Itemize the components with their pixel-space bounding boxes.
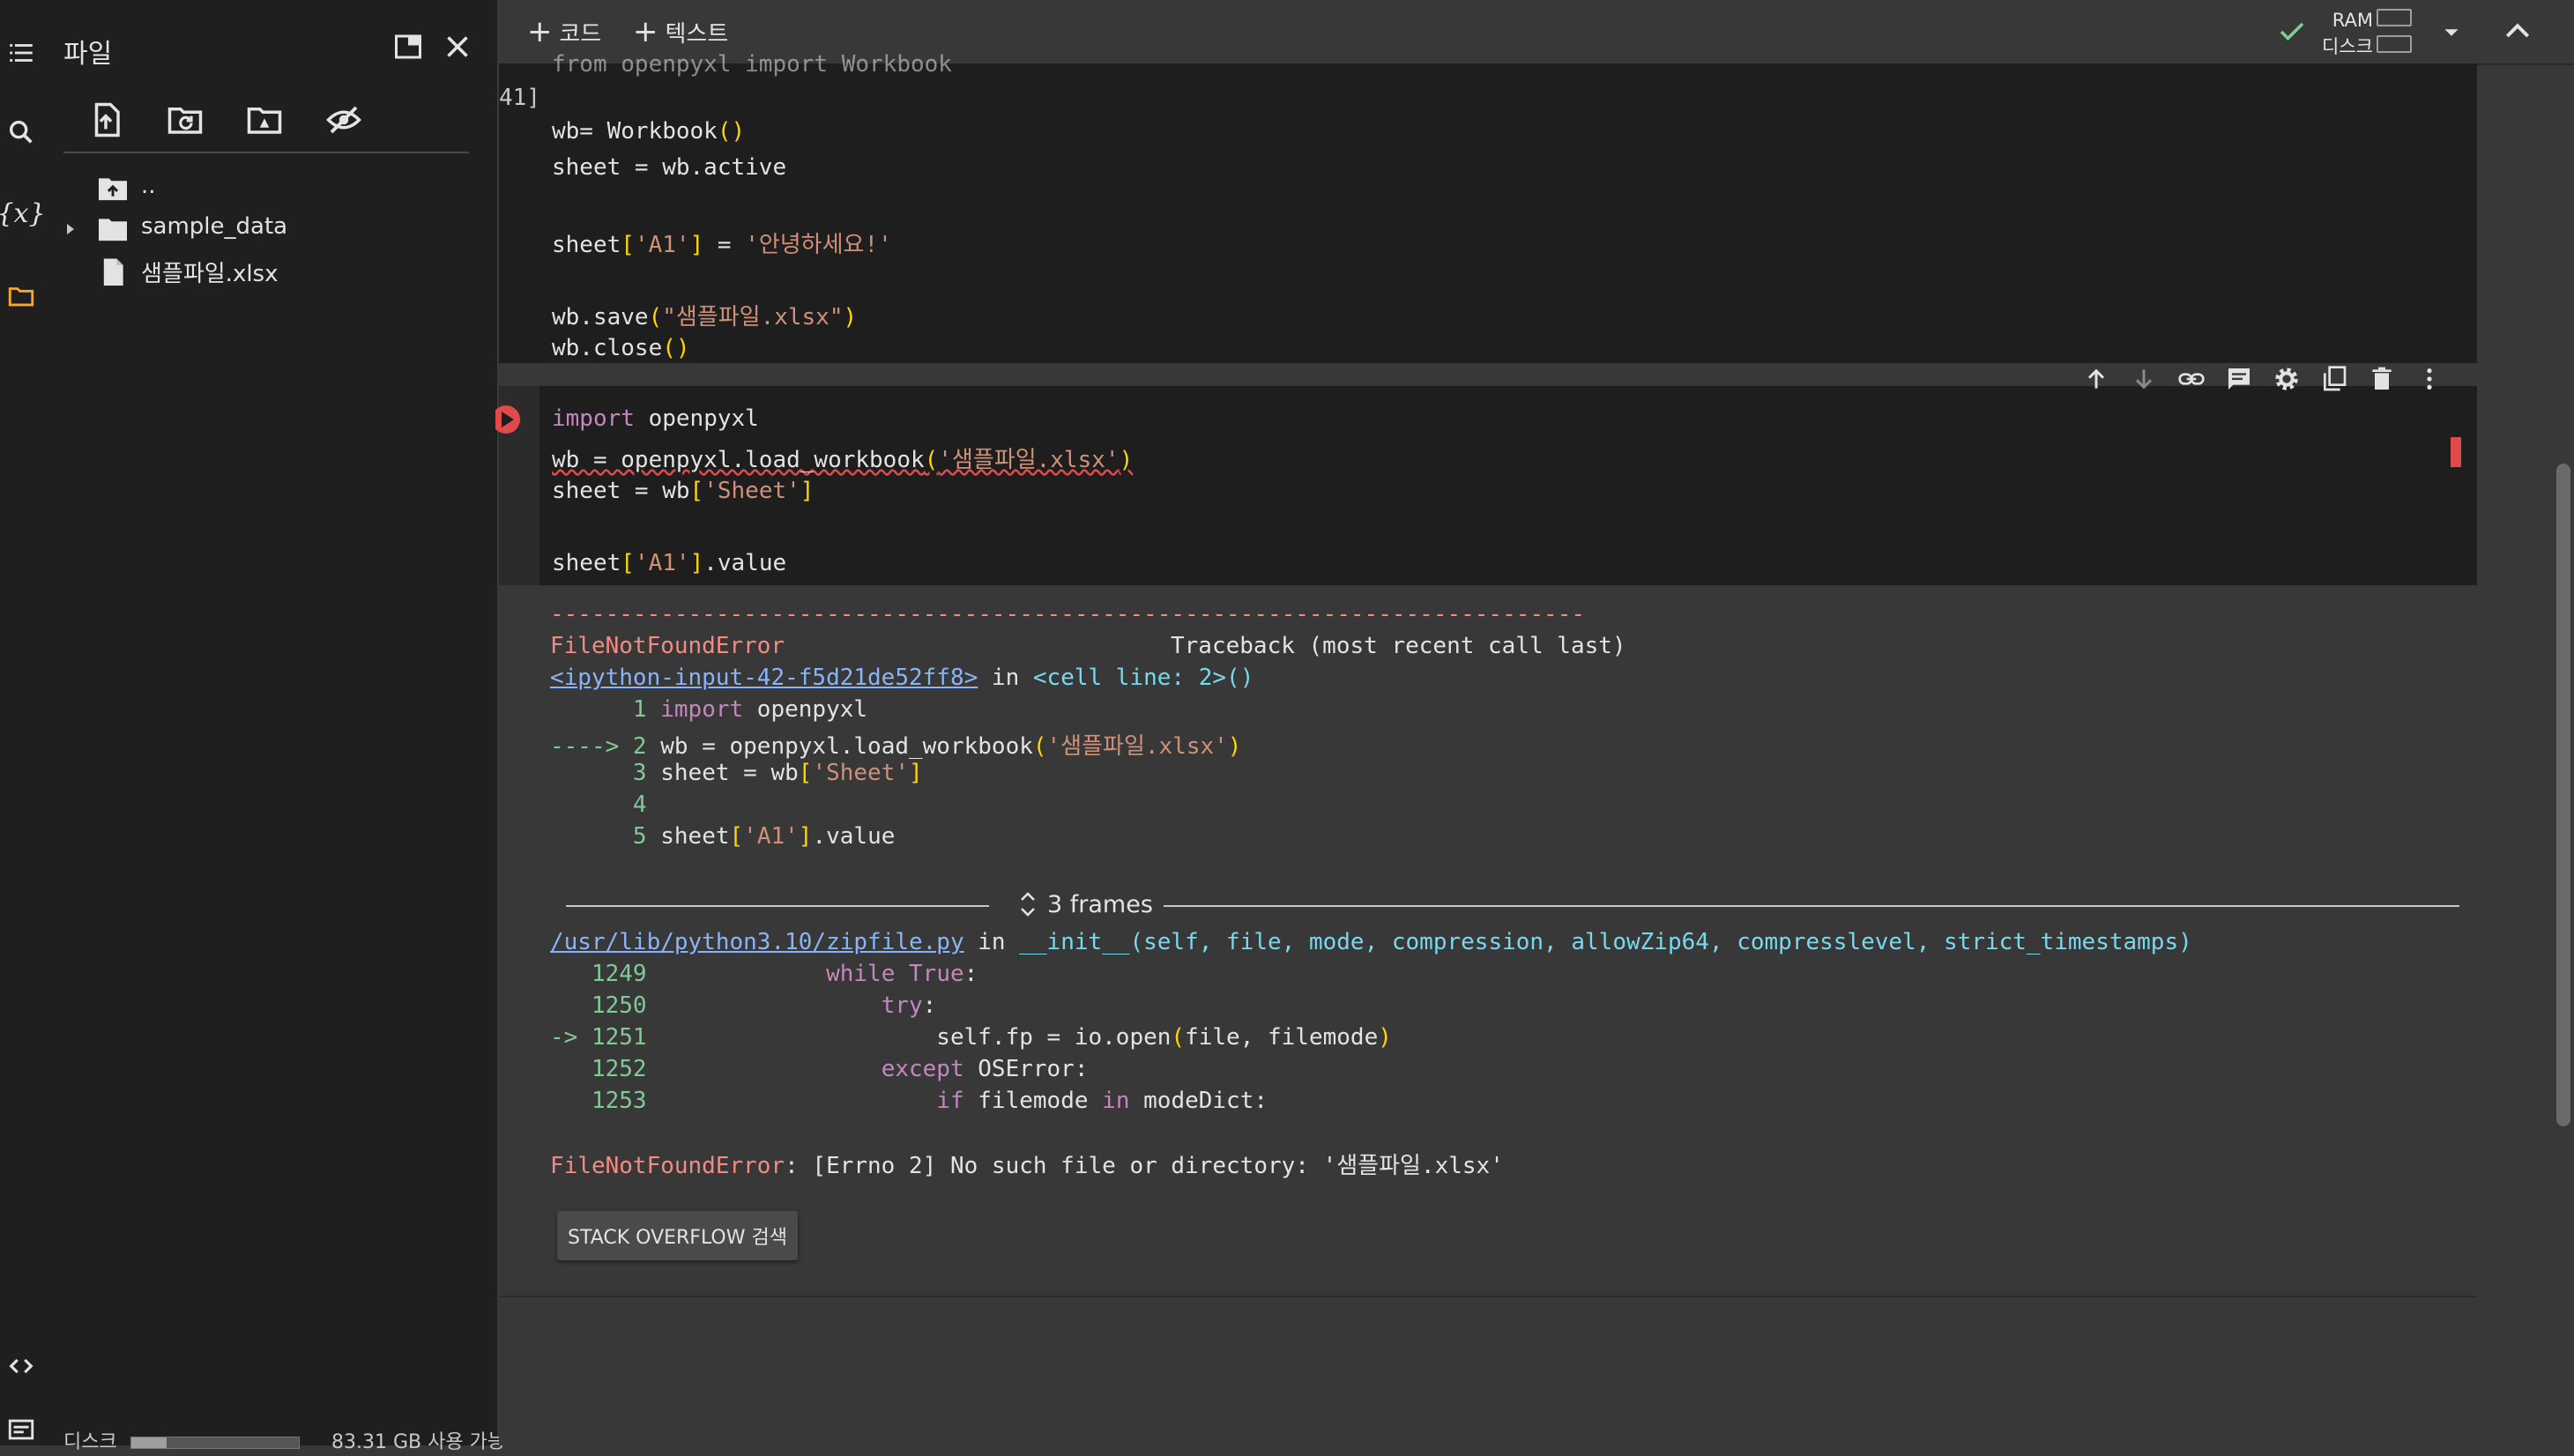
code-line: sheet['A1'] = '안녕하세요!'	[552, 232, 892, 258]
error-marker	[2451, 437, 2461, 467]
files-panel-title: 파일	[63, 39, 113, 70]
search-icon[interactable]	[0, 106, 42, 159]
tree-item-sample-file[interactable]: 샘플파일.xlsx	[42, 252, 497, 291]
folder-up-icon	[99, 178, 127, 201]
more-vert-icon[interactable]	[2410, 358, 2449, 400]
disk-usage: 디스크 83.31 GB 사용 가능	[63, 1431, 506, 1453]
refresh-folder-icon[interactable]	[160, 95, 210, 145]
frames-divider-right	[1164, 905, 2459, 907]
code-snippets-icon[interactable]	[0, 1340, 42, 1393]
execution-count: 41]	[499, 85, 540, 111]
files-divider	[63, 152, 469, 153]
stack-overflow-search-button[interactable]: STACK OVERFLOW 검색	[557, 1211, 798, 1260]
traceback-dashes: ----------------------------------------…	[550, 601, 1585, 628]
add-text-button[interactable]: + 텍스트	[633, 14, 728, 49]
delete-icon[interactable]	[2362, 358, 2401, 400]
ipython-input-link[interactable]: <ipython-input-42-f5d21de52ff8>	[550, 665, 978, 691]
left-rail: {x}	[0, 0, 46, 1445]
disk-usage-mini-bar[interactable]	[2377, 35, 2412, 53]
code-line: sheet = wb['Sheet']	[552, 478, 815, 504]
code-line: wb.close()	[552, 335, 690, 361]
traceback-header: FileNotFoundError Traceback (most recent …	[550, 633, 1626, 659]
folder-icon	[99, 219, 127, 241]
files-folder-icon[interactable]	[0, 270, 42, 323]
zipfile-link[interactable]: /usr/lib/python3.10/zipfile.py	[550, 929, 964, 955]
connected-check-icon[interactable]	[2276, 16, 2308, 48]
traceback-source-line: -> 1251 self.fp = io.open(file, filemode…	[550, 1024, 1392, 1051]
traceback-source-line: 1253 if filemode in modeDict:	[550, 1088, 1268, 1114]
comment-icon[interactable]	[2220, 358, 2258, 400]
chevron-down-icon[interactable]	[2438, 19, 2465, 46]
traceback-source-line: 1252 except OSError:	[550, 1056, 1089, 1082]
variables-icon[interactable]: {x}	[0, 187, 46, 240]
caret-right-icon[interactable]	[62, 220, 79, 238]
code-line: wb.save("샘플파일.xlsx")	[552, 304, 858, 331]
move-up-icon[interactable]	[2077, 358, 2116, 400]
zipfile-frame-ref: /usr/lib/python3.10/zipfile.py in __init…	[550, 929, 2192, 955]
frames-divider-left	[566, 905, 989, 907]
chevron-up-icon[interactable]	[2500, 14, 2535, 49]
gear-icon[interactable]	[2267, 358, 2306, 400]
code-line: wb= Workbook()	[552, 118, 746, 145]
open-in-tab-icon[interactable]	[388, 26, 428, 67]
traceback-source-line: 1 import openpyxl	[550, 696, 868, 723]
run-cell-icon[interactable]	[495, 402, 525, 437]
resource-labels[interactable]: RAM 디스크	[2318, 7, 2373, 60]
add-code-button[interactable]: + 코드	[527, 14, 601, 49]
mount-drive-icon[interactable]	[240, 95, 289, 145]
traceback-source-line: 4	[550, 791, 647, 818]
frames-toggle[interactable]: 3 frames	[566, 887, 2459, 925]
traceback-source-line: 5 sheet['A1'].value	[550, 823, 896, 850]
traceback-input-ref: <ipython-input-42-f5d21de52ff8> in <cell…	[550, 665, 1254, 691]
link-icon[interactable]	[2172, 358, 2211, 400]
close-icon[interactable]	[437, 26, 478, 67]
code-line: wb = openpyxl.load_workbook('샘플파일.xlsx')	[552, 447, 1134, 473]
mirror-cell-icon[interactable]	[2315, 358, 2354, 400]
tree-item-sample-data[interactable]: sample_data	[42, 210, 497, 249]
code-line: sheet['A1'].value	[552, 550, 787, 576]
final-error-line: FileNotFoundError: [Errno 2] No such fil…	[550, 1153, 1504, 1179]
hidden-files-icon[interactable]	[319, 95, 368, 145]
plus-icon: +	[527, 14, 553, 49]
command-palette-icon[interactable]	[0, 1403, 42, 1456]
disk-usage-fill	[131, 1437, 167, 1448]
disk-usage-bar	[130, 1437, 300, 1449]
cell-toolbar	[2077, 358, 2449, 400]
code-line: import openpyxl	[552, 405, 759, 432]
tree-item-parent[interactable]: ..	[42, 169, 497, 208]
traceback-source-line: ----> 2 wb = openpyxl.load_workbook('샘플파…	[550, 733, 1242, 760]
scrollbar[interactable]	[2556, 464, 2570, 1126]
files-panel: 파일 .. sample_data 샘플파일.xlsx 디스크 83.31 GB…	[42, 0, 505, 1453]
traceback-source-line: 1249 while True:	[550, 961, 978, 987]
ram-usage-bar[interactable]	[2377, 9, 2412, 26]
code-line: from openpyxl import Workbook	[552, 51, 952, 78]
move-down-icon[interactable]	[2124, 358, 2163, 400]
traceback-source-line: 1250 try:	[550, 992, 937, 1019]
file-icon	[103, 258, 123, 286]
upload-file-icon[interactable]	[81, 95, 130, 145]
table-of-contents-icon[interactable]	[0, 26, 42, 79]
unfold-icon	[1021, 892, 1035, 917]
plus-icon: +	[633, 14, 658, 49]
traceback-source-line: 3 sheet = wb['Sheet']	[550, 760, 923, 786]
code-line: sheet = wb.active	[552, 154, 787, 181]
